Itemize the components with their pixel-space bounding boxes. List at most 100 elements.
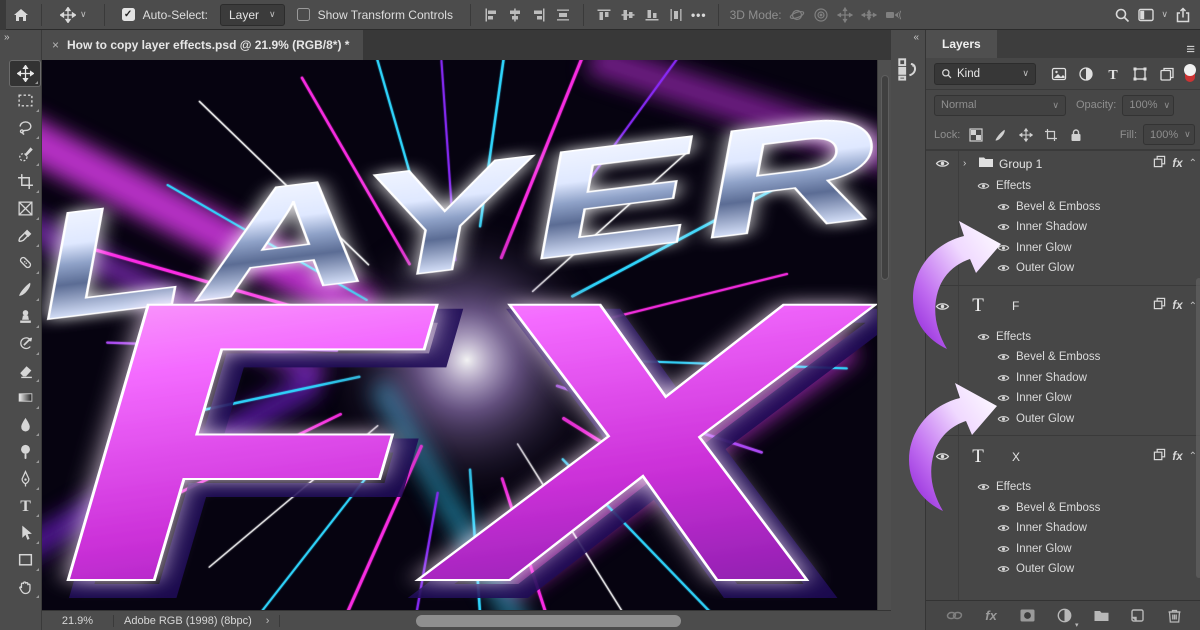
lock-all-icon[interactable]	[1066, 128, 1085, 142]
filter-smart-objects-icon[interactable]	[1156, 64, 1177, 84]
distribute-h-icon[interactable]	[554, 6, 572, 24]
close-icon[interactable]: ×	[52, 38, 59, 52]
move-tool[interactable]	[9, 60, 41, 87]
lasso-tool[interactable]	[9, 114, 41, 141]
type-tool[interactable]: T	[9, 492, 41, 519]
color-profile[interactable]: Adobe RGB (1998) (8bpc) ›	[114, 615, 280, 627]
brush-tool[interactable]	[9, 276, 41, 303]
eraser-tool[interactable]	[9, 357, 41, 384]
align-bottom-icon[interactable]	[643, 6, 661, 24]
panel-menu-icon[interactable]: ≡	[1178, 41, 1200, 58]
blend-mode-dropdown[interactable]: Normal ∨	[934, 95, 1066, 116]
pen-tool[interactable]	[9, 465, 41, 492]
fx-badge[interactable]: fx	[1172, 451, 1182, 463]
fx-badge[interactable]: fx	[1172, 158, 1182, 170]
chevron-down-icon[interactable]: ∨	[1161, 9, 1168, 20]
adjustment-layer-icon[interactable]: ▾	[1052, 605, 1076, 627]
type-layer-thumbnail[interactable]: T	[963, 446, 993, 468]
share-icon[interactable]	[1174, 6, 1192, 24]
clone-stamp-tool[interactable]	[9, 303, 41, 330]
visibility-eye-icon[interactable]	[996, 352, 1010, 362]
effect-row[interactable]: Inner Shadow	[926, 368, 1200, 389]
add-layer-style-icon[interactable]: fx	[979, 605, 1003, 627]
visibility-eye-icon[interactable]	[926, 301, 958, 312]
layer-row-f[interactable]: T F fx ⌃	[926, 285, 1200, 327]
effect-row[interactable]: Bevel & Emboss	[926, 498, 1200, 519]
zoom-level[interactable]: 21.9%	[42, 615, 114, 627]
horizontal-scroll-thumb[interactable]	[416, 615, 681, 627]
new-group-icon[interactable]	[1089, 605, 1113, 627]
opacity-field[interactable]: 100% ∨	[1122, 95, 1174, 116]
layers-scrollbar-thumb[interactable]	[1196, 278, 1200, 578]
workspace-switcher-icon[interactable]	[1137, 6, 1155, 24]
crop-tool[interactable]	[9, 168, 41, 195]
path-selection-tool[interactable]	[9, 519, 41, 546]
align-left-icon[interactable]	[482, 6, 500, 24]
effects-header-row[interactable]: Effects	[926, 477, 1200, 498]
healing-brush-tool[interactable]	[9, 249, 41, 276]
visibility-eye-icon[interactable]	[996, 523, 1010, 533]
lock-transparency-icon[interactable]	[966, 128, 985, 142]
visibility-eye-icon[interactable]	[996, 564, 1010, 574]
layer-name[interactable]: X	[1012, 450, 1020, 464]
group-expand-icon[interactable]: ›	[963, 158, 973, 169]
canvas-viewport[interactable]: LAYER FX FX	[42, 60, 891, 610]
effect-row[interactable]: Bevel & Emboss	[926, 197, 1200, 218]
layer-row-group1[interactable]: › Group 1 fx ⌃	[926, 150, 1200, 176]
visibility-eye-icon[interactable]	[996, 243, 1010, 253]
visibility-eye-icon[interactable]	[996, 202, 1010, 212]
fx-badge[interactable]: fx	[1172, 300, 1182, 312]
visibility-eye-icon[interactable]	[996, 373, 1010, 383]
new-layer-icon[interactable]	[1126, 605, 1150, 627]
effect-row[interactable]: Inner Glow	[926, 238, 1200, 259]
collapsed-panel-icon[interactable]	[895, 55, 921, 81]
filter-shape-layers-icon[interactable]	[1129, 64, 1150, 84]
visibility-eye-icon[interactable]	[996, 414, 1010, 424]
visibility-eye-icon[interactable]	[996, 544, 1010, 554]
home-icon[interactable]	[12, 6, 30, 24]
hand-tool[interactable]	[9, 573, 41, 600]
rectangle-tool[interactable]	[9, 546, 41, 573]
visibility-eye-icon[interactable]	[926, 451, 958, 462]
auto-select-target-dropdown[interactable]: Layer ∨	[220, 4, 285, 26]
more-options-icon[interactable]: •••	[691, 8, 707, 22]
lock-artboard-icon[interactable]	[1041, 128, 1060, 142]
quick-selection-tool[interactable]	[9, 141, 41, 168]
effect-row[interactable]: Outer Glow	[926, 258, 1200, 279]
filter-type-layers-icon[interactable]: T	[1102, 64, 1123, 84]
eyedropper-tool[interactable]	[9, 222, 41, 249]
show-transform-checkbox[interactable]: Show Transform Controls	[291, 6, 459, 24]
align-top-icon[interactable]	[595, 6, 613, 24]
delete-layer-icon[interactable]	[1163, 605, 1187, 627]
gradient-tool[interactable]	[9, 384, 41, 411]
visibility-eye-icon[interactable]	[996, 503, 1010, 513]
effect-row[interactable]: Inner Glow	[926, 388, 1200, 409]
align-right-icon[interactable]	[530, 6, 548, 24]
search-icon[interactable]	[1113, 6, 1131, 24]
tools-collapse-icon[interactable]: »	[0, 30, 41, 44]
fill-field[interactable]: 100% ∨	[1143, 124, 1195, 145]
marquee-tool[interactable]	[9, 87, 41, 114]
effects-header-row[interactable]: Effects	[926, 327, 1200, 348]
lock-position-icon[interactable]	[1016, 128, 1035, 142]
type-layer-thumbnail[interactable]: T	[963, 295, 993, 317]
layer-name[interactable]: Group 1	[999, 157, 1042, 171]
document-vertical-scrollbar[interactable]	[877, 60, 891, 610]
visibility-eye-icon[interactable]	[976, 181, 990, 191]
align-center-v-icon[interactable]	[619, 6, 637, 24]
filter-toggle-switch[interactable]	[1185, 65, 1195, 82]
vertical-scroll-thumb[interactable]	[881, 75, 889, 280]
visibility-eye-icon[interactable]	[976, 482, 990, 492]
visibility-eye-icon[interactable]	[996, 263, 1010, 273]
document-tab[interactable]: × How to copy layer effects.psd @ 21.9% …	[42, 30, 363, 60]
distribute-v-icon[interactable]	[667, 6, 685, 24]
visibility-eye-icon[interactable]	[926, 158, 958, 169]
effect-row[interactable]: Inner Glow	[926, 539, 1200, 560]
dock-collapse-icon[interactable]: «	[891, 30, 925, 45]
lock-pixels-icon[interactable]	[991, 128, 1010, 142]
layer-name[interactable]: F	[1012, 299, 1019, 313]
filter-adjustment-layers-icon[interactable]	[1075, 64, 1096, 84]
move-tool-preset-button[interactable]: ∨	[53, 4, 93, 26]
history-brush-tool[interactable]	[9, 330, 41, 357]
effect-row[interactable]: Bevel & Emboss	[926, 347, 1200, 368]
